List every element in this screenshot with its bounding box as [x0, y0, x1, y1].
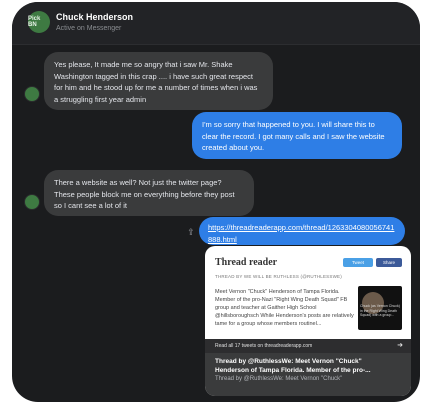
preview-meta: Thread by @RuthlessWe: Meet Vernon "Chuc…: [205, 353, 411, 396]
preview-title-line1: Thread by @RuthlessWe: Meet Vernon "Chuc…: [215, 358, 362, 365]
preview-title-line2: Henderson of Tampa Florida. Member of th…: [215, 367, 371, 374]
contact-status: Active on Messenger: [56, 25, 122, 32]
share-button[interactable]: Share: [376, 258, 402, 267]
thread-author: THREAD BY WE WILL BE RUTHLESS (@RUTHLESS…: [215, 274, 342, 279]
thread-excerpt: Meet Vernon "Chuck" Henderson of Tampa F…: [215, 289, 354, 327]
arrow-right-icon: ➜: [397, 342, 403, 349]
read-all-label: Read all 17 tweets on threadreaderapp.co…: [215, 343, 313, 349]
outgoing-link-bubble[interactable]: https://threadreaderapp.com/thread/12633…: [199, 217, 405, 245]
contact-name[interactable]: Chuck Henderson: [56, 12, 133, 22]
contact-avatar[interactable]: Pick BN: [28, 11, 50, 33]
preview-site-title: Thread reader: [215, 257, 278, 268]
read-all-bar[interactable]: Read all 17 tweets on threadreaderapp.co…: [205, 339, 411, 353]
incoming-message-bubble[interactable]: Yes please, It made me so angry that i s…: [44, 52, 273, 110]
incoming-message-bubble[interactable]: There a website as well? Not just the tw…: [44, 170, 254, 216]
share-icon[interactable]: ⇪: [186, 227, 196, 237]
sender-avatar: [24, 86, 40, 102]
outgoing-message-bubble[interactable]: I'm so sorry that happened to you. I wil…: [192, 112, 402, 159]
tweet-button[interactable]: Tweet: [343, 258, 373, 267]
conversation-header: Pick BN Chuck Henderson Active on Messen…: [12, 2, 420, 45]
sender-avatar: [24, 194, 40, 210]
thumbnail-caption: Chuck (as Vernon Chuck) in the Right Win…: [360, 304, 400, 317]
link-preview-card[interactable]: Thread reader Tweet Share THREAD BY WE W…: [205, 246, 411, 396]
thread-link[interactable]: https://threadreaderapp.com/thread/12633…: [208, 223, 394, 244]
messenger-window: Pick BN Chuck Henderson Active on Messen…: [12, 2, 420, 402]
thread-thumbnail: Chuck (as Vernon Chuck) in the Right Win…: [358, 286, 402, 330]
